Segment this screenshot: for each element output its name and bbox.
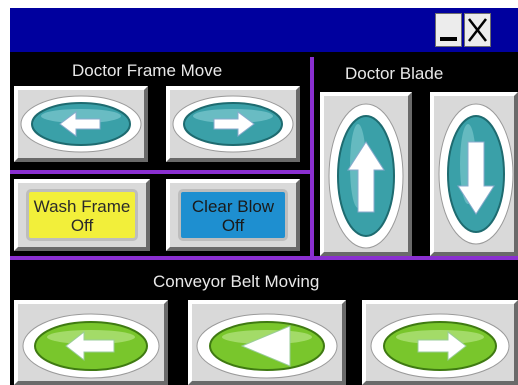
doctor-blade-up-button[interactable] [320, 92, 412, 256]
doctor-frame-left-button[interactable] [14, 86, 148, 162]
title-bar [10, 8, 518, 52]
wash-frame-label: Wash Frame [33, 197, 131, 216]
vertical-divider [310, 57, 314, 260]
arrow-left-icon [20, 95, 142, 153]
arrow-down-icon [438, 103, 514, 245]
clear-blow-face: Clear Blow Off [178, 189, 288, 241]
triangle-left-icon [196, 313, 338, 379]
doctor-frame-move-label: Doctor Frame Move [72, 61, 223, 80]
arrow-left-icon [22, 313, 160, 379]
wash-frame-state: Off [70, 216, 94, 235]
minimize-button[interactable] [435, 13, 462, 47]
clear-blow-label: Clear Blow [191, 197, 275, 216]
doctor-blade-label: Doctor Blade [345, 64, 444, 83]
arrow-right-icon [172, 95, 294, 153]
horizontal-divider-mid [10, 170, 310, 174]
clear-blow-button[interactable]: Clear Blow Off [166, 179, 300, 251]
conveyor-belt-label: Conveyor Belt Moving [153, 272, 320, 291]
close-icon [468, 18, 487, 42]
wash-frame-button[interactable]: Wash Frame Off [14, 179, 150, 251]
conveyor-jog-left-button[interactable] [188, 300, 346, 385]
conveyor-left-button[interactable] [14, 300, 168, 385]
horizontal-divider-bottom [10, 256, 518, 260]
doctor-frame-right-button[interactable] [166, 86, 300, 162]
arrow-up-icon [328, 103, 404, 249]
close-button[interactable] [464, 13, 491, 47]
hmi-screen: Doctor Frame Move Doctor Blade Conveyor … [0, 0, 518, 385]
conveyor-right-button[interactable] [362, 300, 518, 385]
minimize-icon [440, 37, 457, 41]
arrow-right-icon [370, 313, 510, 379]
doctor-blade-down-button[interactable] [430, 92, 518, 256]
clear-blow-state: Off [221, 216, 245, 235]
control-panel: Doctor Frame Move Doctor Blade Conveyor … [10, 8, 518, 385]
wash-frame-face: Wash Frame Off [26, 189, 138, 241]
